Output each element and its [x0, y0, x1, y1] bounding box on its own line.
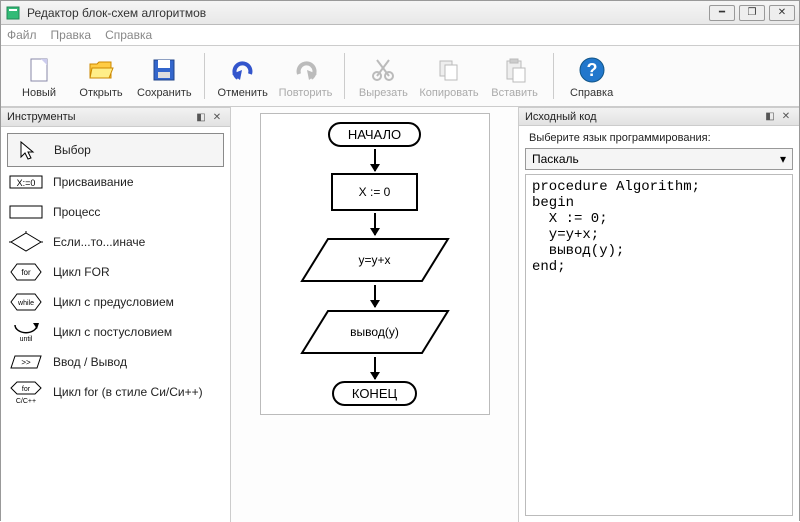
svg-text:for: for	[21, 268, 31, 277]
help-button[interactable]: ? Справка	[562, 48, 622, 104]
tools-panel: Инструменты ◧ ✕ Выбор X:=0 Присваивание	[1, 107, 231, 522]
open-folder-icon	[85, 54, 117, 86]
svg-text:C/C++: C/C++	[16, 398, 36, 404]
assignment-icon: X:=0	[9, 171, 43, 193]
redo-button[interactable]: Повторить	[275, 48, 337, 104]
close-button[interactable]: ✕	[769, 5, 795, 21]
code-view[interactable]: procedure Algorithm; begin X := 0; y=y+x…	[525, 174, 793, 516]
flow-arrow	[374, 213, 376, 235]
tool-for[interactable]: for Цикл FOR	[7, 257, 224, 287]
tool-process[interactable]: Процесс	[7, 197, 224, 227]
flow-io2[interactable]: вывод(y)	[300, 309, 450, 355]
flow-start[interactable]: НАЧАЛО	[328, 122, 421, 147]
tool-select[interactable]: Выбор	[7, 133, 224, 167]
language-label: Выберите язык программирования:	[529, 132, 793, 144]
flow-arrow	[374, 285, 376, 307]
flow-end[interactable]: КОНЕЦ	[332, 381, 417, 406]
menu-file[interactable]: Файл	[7, 28, 37, 42]
code-panel-title: Исходный код	[525, 111, 597, 123]
cut-button[interactable]: Вырезать	[353, 48, 413, 104]
paste-button[interactable]: Вставить	[485, 48, 545, 104]
until-loop-icon: until	[9, 321, 43, 343]
copy-icon	[433, 54, 465, 86]
minimize-button[interactable]: ━	[709, 5, 735, 21]
process-icon	[9, 201, 43, 223]
svg-text:until: until	[20, 336, 33, 343]
decision-icon	[9, 231, 43, 253]
svg-text:>>: >>	[21, 358, 31, 367]
app-icon	[5, 5, 21, 21]
language-select[interactable]: Паскаль ▾	[525, 148, 793, 170]
tool-assignment[interactable]: X:=0 Присваивание	[7, 167, 224, 197]
maximize-button[interactable]: ❐	[739, 5, 765, 21]
panel-close-icon[interactable]: ✕	[210, 110, 224, 124]
window-title: Редактор блок-схем алгоритмов	[27, 6, 709, 20]
tool-for-c[interactable]: forC/C++ Цикл for (в стиле Си/Си++)	[7, 377, 224, 407]
io-icon: >>	[9, 351, 43, 373]
copy-button[interactable]: Копировать	[415, 48, 482, 104]
new-button[interactable]: Новый	[9, 48, 69, 104]
tool-until[interactable]: until Цикл с постусловием	[7, 317, 224, 347]
redo-icon	[290, 54, 322, 86]
tools-panel-title: Инструменты	[7, 111, 76, 123]
undo-button[interactable]: Отменить	[213, 48, 273, 104]
panel-float-icon[interactable]: ◧	[763, 110, 777, 124]
menu-help[interactable]: Справка	[105, 28, 152, 42]
tool-if[interactable]: Если...то...иначе	[7, 227, 224, 257]
code-panel: Исходный код ◧ ✕ Выберите язык программи…	[519, 107, 799, 522]
menu-edit[interactable]: Правка	[51, 28, 92, 42]
toolbar: Новый Открыть Сохранить Отменить Повтори…	[1, 45, 799, 107]
menubar: Файл Правка Справка	[1, 25, 799, 45]
toolbar-separator	[553, 53, 554, 99]
for-c-icon: for C/C++	[9, 381, 43, 403]
save-button[interactable]: Сохранить	[133, 48, 196, 104]
cut-icon	[367, 54, 399, 86]
undo-icon	[227, 54, 259, 86]
panel-float-icon[interactable]: ◧	[194, 110, 208, 124]
for-loop-icon: for	[9, 261, 43, 283]
cursor-icon	[10, 139, 44, 161]
flow-assign[interactable]: X := 0	[331, 173, 419, 211]
svg-text:for: for	[22, 386, 31, 393]
flow-arrow	[374, 357, 376, 379]
flow-arrow	[374, 149, 376, 171]
svg-text:?: ?	[586, 60, 597, 80]
while-loop-icon: while	[9, 291, 43, 313]
paste-icon	[499, 54, 531, 86]
canvas-area[interactable]: НАЧАЛО X := 0 y=y+x вывод(y) КОНЕЦ	[231, 107, 519, 522]
tool-while[interactable]: while Цикл с предусловием	[7, 287, 224, 317]
panel-close-icon[interactable]: ✕	[779, 110, 793, 124]
tool-io[interactable]: >> Ввод / Вывод	[7, 347, 224, 377]
open-button[interactable]: Открыть	[71, 48, 131, 104]
new-file-icon	[23, 54, 55, 86]
help-icon: ?	[576, 54, 608, 86]
flow-io1[interactable]: y=y+x	[300, 237, 450, 283]
toolbar-separator	[204, 53, 205, 99]
save-disk-icon	[148, 54, 180, 86]
svg-text:X:=0: X:=0	[17, 178, 36, 188]
titlebar: Редактор блок-схем алгоритмов ━ ❐ ✕	[1, 1, 799, 25]
flowchart: НАЧАЛО X := 0 y=y+x вывод(y) КОНЕЦ	[260, 113, 490, 415]
toolbar-separator	[344, 53, 345, 99]
chevron-down-icon: ▾	[780, 152, 786, 166]
svg-text:while: while	[17, 300, 34, 307]
